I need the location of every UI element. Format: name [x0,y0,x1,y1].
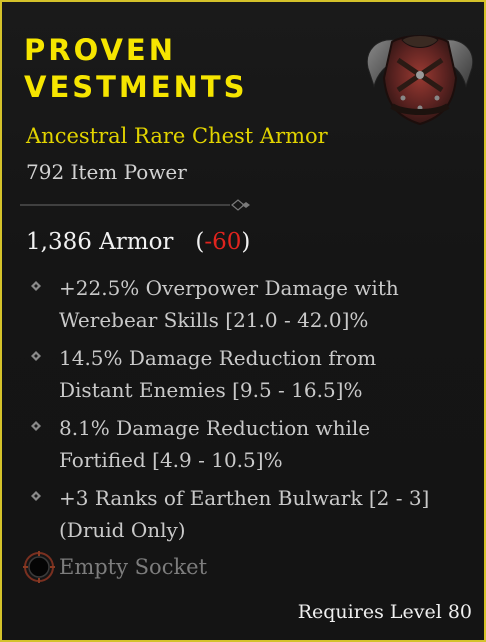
item-type: Ancestral Rare Chest Armor [26,124,328,148]
item-tooltip: PROVEN VESTMENTS Ancestral Rare Chest Ar… [0,0,486,642]
diamond-bullet-icon [31,421,41,431]
affix-item: 14.5% Damage Reduction from Distant Enem… [26,342,466,406]
affix-line: +3 Ranks of Earthen Bulwark [2 - 3] [59,486,430,510]
affix-list: +22.5% Overpower Damage with Werebear Sk… [26,272,466,552]
affix-line: Distant Enemies [9.5 - 16.5]% [59,378,363,402]
item-name: PROVEN VESTMENTS [24,32,344,106]
diamond-bullet-icon [31,491,41,501]
affix-line: (Druid Only) [59,518,186,542]
socket-label: Empty Socket [59,555,208,579]
section-divider [20,199,250,211]
affix-item: 8.1% Damage Reduction while Fortified [4… [26,412,466,476]
affix-line: 8.1% Damage Reduction while [59,416,371,440]
socket-icon [23,551,55,583]
armor-close-paren: ) [241,229,251,255]
chest-armor-icon [366,35,474,126]
armor-open-paren: ( [195,229,205,255]
armor-difference: -60 [204,229,242,255]
diamond-bullet-icon [31,351,41,361]
empty-socket: Empty Socket [22,550,207,584]
affix-line: Werebear Skills [21.0 - 42.0]% [59,308,369,332]
level-requirement: Requires Level 80 [297,601,472,623]
affix-line: 14.5% Damage Reduction from [59,346,377,370]
affix-line: Fortified [4.9 - 10.5]% [59,448,283,472]
armor-value: 1,386 Armor [26,229,174,255]
affix-line: +22.5% Overpower Damage with [59,276,399,300]
item-name-line-2: VESTMENTS [24,70,248,104]
affix-item: +22.5% Overpower Damage with Werebear Sk… [26,272,466,336]
affix-item: +3 Ranks of Earthen Bulwark [2 - 3] (Dru… [26,482,466,546]
item-power: 792 Item Power [26,160,187,184]
diamond-bullet-icon [31,281,41,291]
armor-stat: 1,386 Armor (-60) [26,229,250,255]
item-name-line-1: PROVEN [24,33,176,67]
